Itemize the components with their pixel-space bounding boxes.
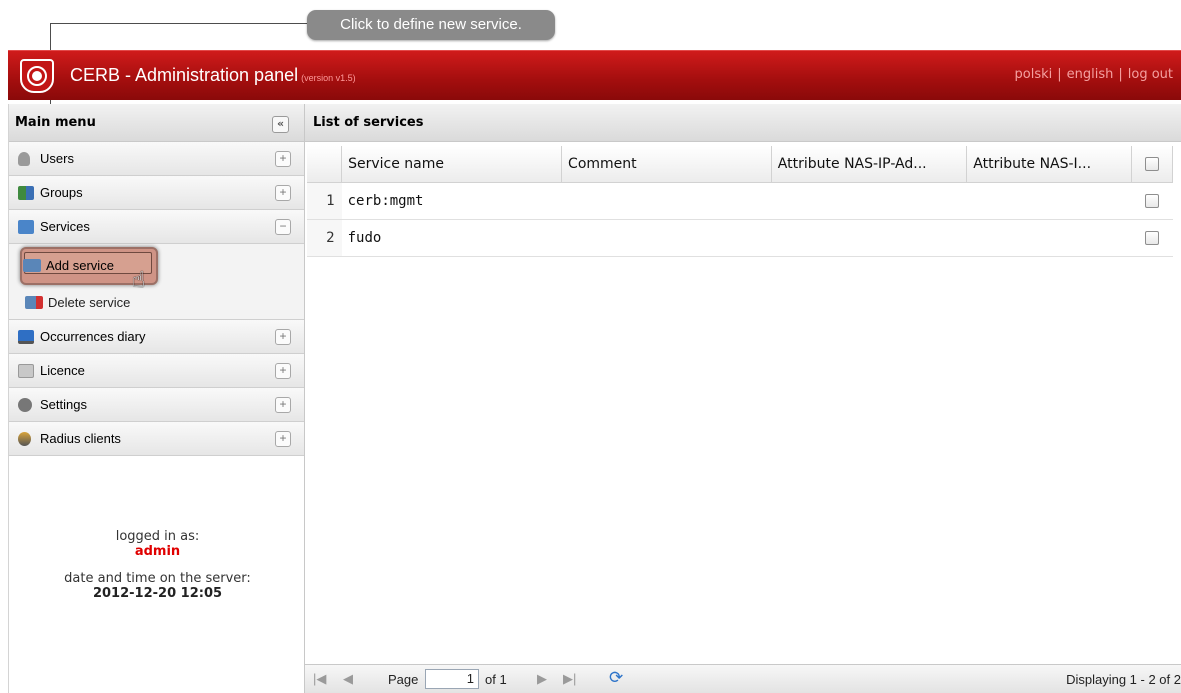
services-submenu: Add service Delete service ☝ bbox=[9, 244, 304, 320]
app-title-text: CERB - Administration panel bbox=[70, 65, 299, 85]
table-header-row: Service name Comment Attribute NAS-IP-Ad… bbox=[307, 146, 1173, 183]
expand-icon[interactable]: + bbox=[275, 329, 291, 345]
logged-in-user: admin bbox=[134, 544, 181, 559]
server-time: 2012-12-20 12:05 bbox=[92, 586, 223, 601]
sidebar-item-label: Occurrences diary bbox=[40, 329, 146, 344]
sidebar-item-label: Settings bbox=[40, 397, 87, 412]
services-table: Service name Comment Attribute NAS-IP-Ad… bbox=[307, 146, 1173, 257]
sidebar-item-radius-clients[interactable]: Radius clients + bbox=[9, 422, 304, 456]
last-page-icon[interactable]: ▶| bbox=[563, 671, 576, 687]
add-service-icon bbox=[23, 258, 41, 272]
row-number: 2 bbox=[307, 219, 342, 257]
callout-line bbox=[50, 23, 307, 24]
expand-icon[interactable]: + bbox=[275, 397, 291, 413]
user-icon bbox=[18, 151, 30, 166]
cell-nas-id bbox=[966, 219, 1132, 257]
lang-english-link[interactable]: english bbox=[1067, 67, 1114, 82]
logged-in-label: logged in as: bbox=[115, 529, 200, 544]
page-of-label: of 1 bbox=[485, 672, 507, 687]
sidebar-item-label: Radius clients bbox=[40, 431, 121, 446]
delete-service-label: Delete service bbox=[48, 294, 131, 310]
lang-polski-link[interactable]: polski bbox=[1015, 67, 1053, 82]
column-header-nas-id[interactable]: Attribute NAS-I... bbox=[966, 146, 1133, 183]
page-number-input[interactable]: 1 bbox=[425, 669, 479, 689]
cell-comment bbox=[561, 219, 772, 257]
logout-link[interactable]: log out bbox=[1128, 67, 1173, 82]
collapse-icon[interactable]: − bbox=[275, 219, 291, 235]
expand-icon[interactable]: + bbox=[275, 185, 291, 201]
column-header-service-name[interactable]: Service name bbox=[341, 146, 563, 183]
next-page-icon[interactable]: ▶ bbox=[537, 671, 547, 687]
sidebar-item-settings[interactable]: Settings + bbox=[9, 388, 304, 422]
sidebar-item-label: Groups bbox=[40, 185, 83, 200]
sidebar-item-licence[interactable]: Licence + bbox=[9, 354, 304, 388]
sidebar-item-users[interactable]: Users + bbox=[9, 142, 304, 176]
cell-nas-id bbox=[966, 182, 1132, 220]
double-chevron-left-icon[interactable]: « bbox=[272, 116, 289, 133]
sidebar-item-services[interactable]: Services − bbox=[9, 210, 304, 244]
cell-nas-ip bbox=[771, 219, 967, 257]
cell-nas-ip bbox=[771, 182, 967, 220]
select-all-checkbox-header bbox=[1131, 146, 1173, 183]
main-panel: List of services Service name Comment At… bbox=[305, 104, 1181, 693]
delete-service-icon bbox=[25, 295, 43, 309]
licence-icon bbox=[18, 363, 34, 378]
sidebar-item-label: Licence bbox=[40, 363, 85, 378]
cerb-logo-icon bbox=[20, 59, 54, 93]
sidebar-item-occurrences-diary[interactable]: Occurrences diary + bbox=[9, 320, 304, 354]
sidebar-item-groups[interactable]: Groups + bbox=[9, 176, 304, 210]
sidebar-header: Main menu « bbox=[9, 104, 304, 142]
delete-service-item[interactable]: Delete service bbox=[25, 289, 130, 315]
row-number: 1 bbox=[307, 182, 342, 220]
table-row[interactable]: 1 cerb:mgmt bbox=[307, 182, 1173, 220]
add-service-label: Add service bbox=[46, 257, 114, 273]
pagination-bar: |◀ ◀ Page 1 of 1 ▶ ▶| ⟳ Displaying 1 - 2… bbox=[305, 664, 1181, 693]
row-checkbox-cell bbox=[1131, 182, 1173, 220]
table-row[interactable]: 2 fudo bbox=[307, 219, 1173, 257]
expand-icon[interactable]: + bbox=[275, 151, 291, 167]
rownum-header bbox=[307, 146, 343, 183]
login-info: logged in as: admin date and time on the… bbox=[9, 529, 306, 601]
cell-comment bbox=[561, 182, 772, 220]
column-header-nas-ip[interactable]: Attribute NAS-IP-Ad... bbox=[771, 146, 968, 183]
cell-service-name[interactable]: fudo bbox=[341, 219, 562, 257]
panel-title: List of services bbox=[305, 104, 1181, 142]
server-time-label: date and time on the server: bbox=[64, 571, 251, 586]
add-service-item[interactable]: Add service bbox=[23, 252, 114, 278]
sidebar-item-label: Services bbox=[40, 219, 90, 234]
column-header-comment[interactable]: Comment bbox=[561, 146, 772, 183]
select-all-checkbox[interactable] bbox=[1145, 156, 1160, 171]
sidebar: Main menu « Users + Groups + Services − … bbox=[8, 104, 305, 693]
page-label: Page bbox=[388, 672, 419, 687]
refresh-icon[interactable]: ⟳ bbox=[609, 668, 623, 688]
first-page-icon[interactable]: |◀ bbox=[313, 671, 326, 687]
callout-tooltip: Click to define new service. bbox=[307, 10, 555, 40]
app-version: (version v1.5) bbox=[301, 73, 356, 83]
expand-icon[interactable]: + bbox=[275, 363, 291, 379]
group-icon bbox=[18, 185, 34, 200]
cell-service-name[interactable]: cerb:mgmt bbox=[341, 182, 562, 220]
row-checkbox[interactable] bbox=[1145, 230, 1160, 245]
expand-icon[interactable]: + bbox=[275, 431, 291, 447]
services-icon bbox=[18, 219, 34, 234]
display-count: Displaying 1 - 2 of 2 bbox=[1066, 672, 1181, 687]
hand-cursor-icon: ☝ bbox=[132, 268, 146, 293]
row-checkbox[interactable] bbox=[1145, 193, 1160, 208]
gear-icon bbox=[18, 397, 32, 412]
monitor-icon bbox=[18, 329, 34, 344]
row-checkbox-cell bbox=[1131, 219, 1173, 257]
header-links: polski | english | log out bbox=[1014, 67, 1174, 82]
prev-page-icon[interactable]: ◀ bbox=[343, 671, 353, 687]
sidebar-title: Main menu bbox=[15, 115, 96, 130]
radius-icon bbox=[18, 431, 31, 446]
app-title: CERB - Administration panel (version v1.5… bbox=[70, 65, 356, 86]
app-header: CERB - Administration panel (version v1.5… bbox=[8, 50, 1181, 100]
sidebar-item-label: Users bbox=[40, 151, 74, 166]
